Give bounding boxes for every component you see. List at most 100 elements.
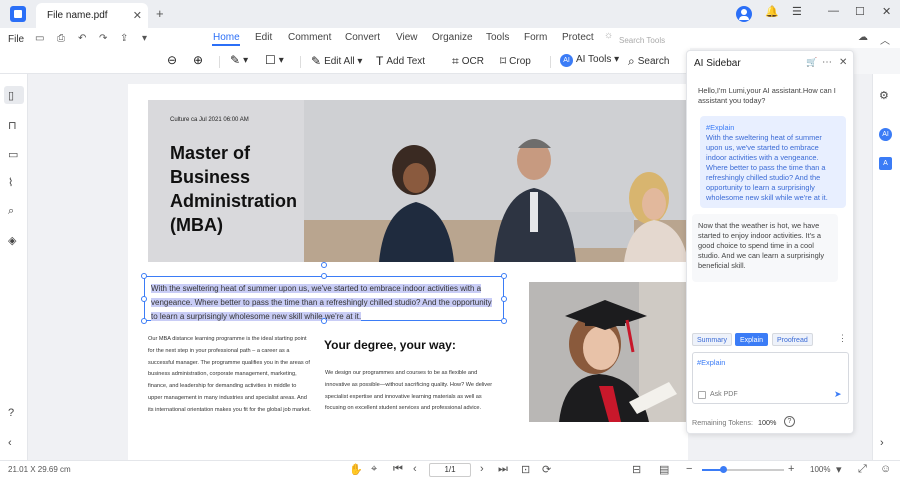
ask-pdf-checkbox[interactable]	[698, 391, 706, 399]
proofread-chip[interactable]: Proofread	[772, 333, 813, 346]
tab-tools[interactable]: Tools	[486, 32, 509, 43]
highlighter-button[interactable]: ✎ ▾	[230, 53, 248, 67]
last-page-icon[interactable]: ⏭	[498, 463, 508, 476]
minimize-icon[interactable]: —	[828, 5, 839, 17]
prev-page-icon[interactable]: ‹	[413, 463, 417, 475]
selection-handle[interactable]	[501, 296, 507, 302]
selection-handle[interactable]	[501, 318, 507, 324]
hand-icon[interactable]: ✋	[349, 463, 363, 476]
tab-view[interactable]: View	[396, 32, 418, 43]
tab-protect[interactable]: Protect	[562, 32, 594, 43]
selected-text: With the sweltering heat of summer upon …	[151, 284, 492, 321]
expand-right-icon[interactable]: ›	[880, 437, 884, 449]
selection-handle[interactable]	[141, 273, 147, 279]
fullscreen-icon[interactable]: ⤢	[858, 463, 867, 476]
zoom-in-status-icon[interactable]: +	[788, 463, 794, 475]
fit-page-icon[interactable]: ⊡	[521, 463, 530, 476]
rotate-handle[interactable]	[321, 262, 327, 268]
article-meta: Culture ca Jul 2021 06:00 AM	[170, 117, 249, 123]
crop-button[interactable]: ⌑ Crop	[500, 54, 531, 68]
page-number-input[interactable]: 1/1	[429, 463, 471, 477]
zoom-slider-knob[interactable]	[719, 466, 727, 473]
selection-handle[interactable]	[321, 318, 327, 324]
search-tools-icon: ☼	[604, 30, 614, 41]
bookmark-icon[interactable]: ⊓	[8, 119, 17, 132]
ai-prompt-value[interactable]: #Explain	[697, 358, 725, 367]
page-layout-icon[interactable]: ⊟	[632, 463, 641, 476]
active-tab-indicator	[212, 44, 240, 46]
more-icon[interactable]: ⋯	[822, 57, 832, 68]
collapse-left-icon[interactable]: ‹	[8, 437, 12, 449]
status-more-icon[interactable]: ☺	[880, 463, 891, 475]
selection-handle[interactable]	[321, 273, 327, 279]
help-icon[interactable]: ?	[8, 407, 14, 419]
next-page-icon[interactable]: ›	[480, 463, 484, 475]
cart-icon[interactable]: 🛒	[806, 57, 817, 68]
quick-dropdown-icon[interactable]: ▾	[142, 33, 147, 44]
ocr-icon: ⌗	[452, 54, 459, 68]
select-icon[interactable]: ⌖	[371, 463, 377, 476]
zoom-out-status-icon[interactable]: −	[686, 463, 692, 475]
add-text-button[interactable]: T Add Text	[376, 54, 425, 68]
crop-label: Crop	[509, 56, 531, 67]
search-tools-input[interactable]: Search Tools	[619, 36, 665, 45]
print-icon[interactable]: ⎙	[57, 33, 65, 44]
tab-home[interactable]: Home	[213, 32, 240, 43]
tab-edit[interactable]: Edit	[255, 32, 272, 43]
send-icon[interactable]: ➤	[834, 389, 842, 400]
tab-form[interactable]: Form	[524, 32, 547, 43]
hero-title: Master of Business Administration (MBA)	[170, 143, 298, 235]
tab-close-icon[interactable]: ✕	[133, 9, 142, 22]
selection-handle[interactable]	[141, 318, 147, 324]
translate-icon[interactable]: A	[879, 157, 892, 170]
body-paragraph-left: Our MBA distance learning programme is t…	[148, 336, 311, 413]
settings-icon[interactable]: ⚙	[879, 89, 889, 102]
search-button[interactable]: ⌕ Search	[628, 54, 669, 69]
view-mode-icon[interactable]: ▤	[659, 463, 669, 476]
layers-icon[interactable]: ◈	[8, 234, 16, 247]
save-icon[interactable]: ▭	[35, 33, 44, 44]
meeting-photo	[304, 100, 688, 262]
ai-icon[interactable]: AI	[879, 128, 892, 141]
search-panel-icon[interactable]: ⌕	[8, 205, 14, 218]
ai-tools-button[interactable]: AI AI Tools ▾	[560, 54, 619, 67]
tokens-help-icon[interactable]: ?	[784, 416, 795, 427]
ai-greeting: Hello,I'm Lumi,your AI assistant.How can…	[698, 86, 836, 105]
close-icon[interactable]: ✕	[839, 57, 847, 68]
tab-convert[interactable]: Convert	[345, 32, 380, 43]
attachment-icon[interactable]: ⌇	[8, 176, 13, 189]
user-message: With the sweltering heat of summer upon …	[706, 133, 828, 202]
menu-icon[interactable]: ☰	[792, 5, 802, 18]
ask-pdf-label[interactable]: Ask PDF	[710, 391, 738, 398]
selection-handle[interactable]	[141, 296, 147, 302]
user-avatar[interactable]	[736, 6, 752, 22]
edit-all-button[interactable]: ✎ Edit All ▾	[311, 54, 362, 68]
share-icon[interactable]: ⇪	[120, 33, 128, 44]
maximize-icon[interactable]: ☐	[855, 5, 865, 18]
page-icon[interactable]: ▯	[8, 89, 14, 102]
zoom-out-button[interactable]: ⊖	[167, 53, 180, 67]
undo-icon[interactable]: ↶	[78, 33, 86, 44]
selection-handle[interactable]	[501, 273, 507, 279]
rotate-icon[interactable]: ⟳	[542, 463, 551, 476]
first-page-icon[interactable]: ⏮	[393, 463, 403, 476]
new-tab-icon[interactable]: +	[156, 6, 164, 21]
collapse-ribbon-icon[interactable]: ︿	[880, 32, 890, 47]
redo-icon[interactable]: ↷	[99, 33, 107, 44]
summary-chip[interactable]: Summary	[692, 333, 732, 346]
zoom-dropdown-icon[interactable]: ▾	[836, 463, 842, 476]
chips-more-icon[interactable]: ⋮	[838, 333, 847, 344]
close-window-icon[interactable]: ✕	[882, 5, 891, 18]
comment-icon[interactable]: ▭	[8, 148, 18, 161]
shape-button[interactable]: ☐ ▾	[265, 53, 284, 67]
zoom-level[interactable]: 100%	[810, 465, 830, 474]
document-tab[interactable]: File name.pdf ✕	[36, 3, 148, 28]
ocr-button[interactable]: ⌗ OCR	[452, 54, 484, 69]
tab-comment[interactable]: Comment	[288, 32, 331, 43]
tab-organize[interactable]: Organize	[432, 32, 473, 43]
file-menu[interactable]: File	[8, 34, 24, 45]
notification-bell-icon[interactable]: 🔔	[765, 5, 779, 18]
zoom-in-button[interactable]: ⊕	[193, 53, 206, 67]
cloud-upload-icon[interactable]: ☁	[858, 32, 868, 43]
explain-chip[interactable]: Explain	[735, 333, 768, 346]
